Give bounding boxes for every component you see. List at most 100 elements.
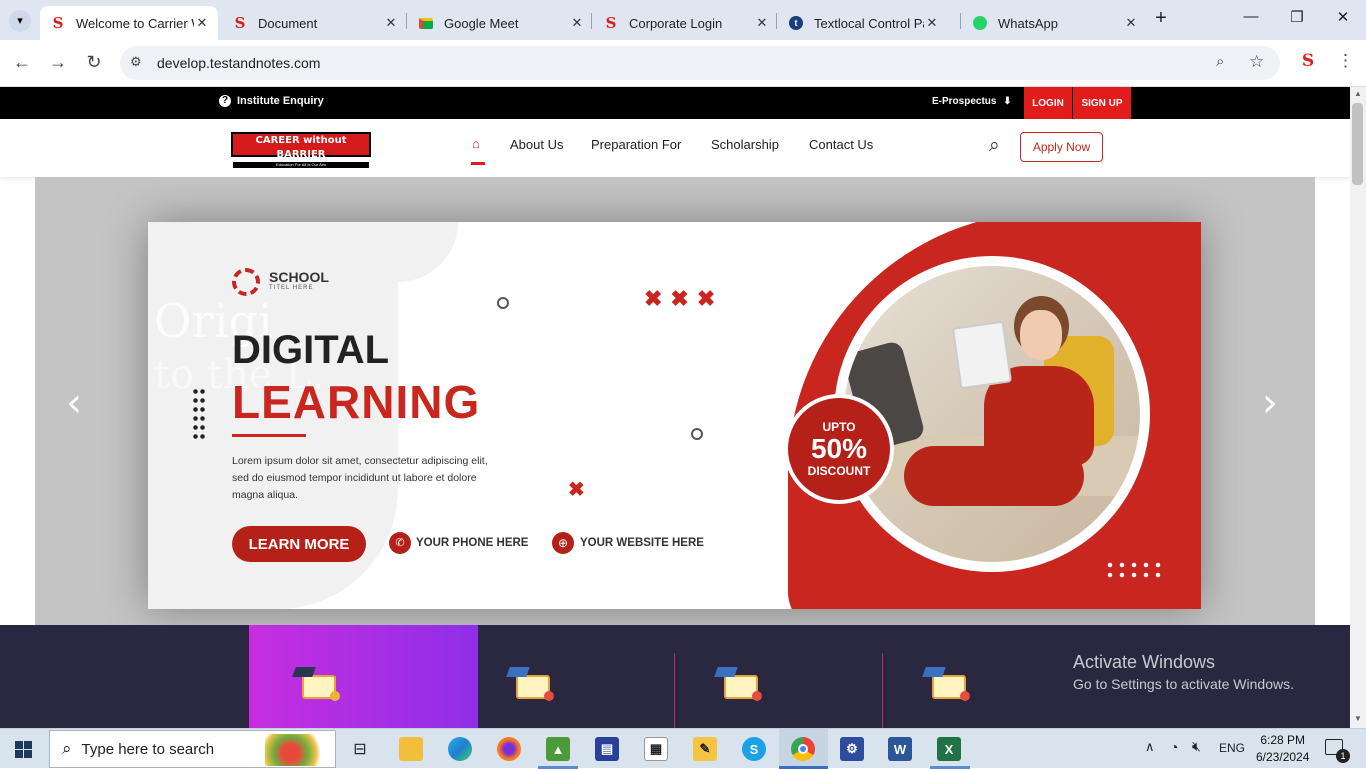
question-icon: ? <box>219 95 231 107</box>
graduation-certificate-icon <box>922 665 974 705</box>
reload-icon[interactable]: ↻ <box>82 52 106 73</box>
badge-value: 50% <box>810 433 868 464</box>
tab-document[interactable]: S Document ✕ <box>222 6 402 40</box>
tab-textlocal[interactable]: t Textlocal Control Pan ✕ <box>778 6 958 40</box>
edge-icon[interactable] <box>448 737 472 761</box>
excel-icon[interactable]: X <box>937 737 961 761</box>
back-arrow-icon[interactable]: ← <box>10 52 34 73</box>
tab-whatsapp[interactable]: WhatsApp ✕ <box>962 6 1142 40</box>
notification-badge: 1 <box>1336 749 1350 763</box>
search-icon[interactable]: ⌕ <box>989 135 1000 157</box>
firefox-icon[interactable] <box>497 737 521 761</box>
tab-search-icon[interactable]: ▾ <box>9 10 31 32</box>
banner-body-text: Lorem ipsum dolor sit amet, consectetur … <box>232 455 488 501</box>
prospectus-label: E-Prospectus <box>932 96 997 107</box>
forward-arrow-icon[interactable]: → <box>46 52 70 73</box>
file-explorer-icon[interactable] <box>399 737 423 761</box>
minimize-button[interactable]: — <box>1239 8 1263 25</box>
learn-more-button[interactable]: LEARN MORE <box>232 526 366 562</box>
apply-now-button[interactable]: Apply Now <box>1020 132 1103 162</box>
app-pen-icon[interactable]: ✎ <box>693 737 717 761</box>
volume-muted-icon[interactable]: 🔇︎ <box>1192 738 1201 755</box>
profile-avatar[interactable]: S <box>1297 51 1319 73</box>
close-tab-icon[interactable]: ✕ <box>1123 15 1139 31</box>
feature-divider <box>674 653 675 728</box>
close-tab-icon[interactable]: ✕ <box>383 15 399 31</box>
red-pants-shape <box>904 446 1084 506</box>
nav-scholarship[interactable]: Scholarship <box>711 137 779 152</box>
network-icon[interactable]: ◔ <box>1170 739 1178 755</box>
globe-icon: ⊕ <box>552 532 574 554</box>
close-tab-icon[interactable]: ✕ <box>754 15 770 31</box>
app-green-icon[interactable]: ▲ <box>546 737 570 761</box>
tab-label: Document <box>258 15 318 31</box>
search-icon: ⌕ <box>62 739 72 758</box>
tab-label: Welcome to Carrier W <box>76 15 194 31</box>
url-text[interactable]: develop.testandnotes.com <box>157 55 320 71</box>
tab-label: Google Meet <box>444 15 519 31</box>
close-tab-icon[interactable]: ✕ <box>194 15 210 31</box>
taskbar-search-box[interactable]: ⌕ Type here to search <box>49 730 336 768</box>
nav-about-us[interactable]: About Us <box>510 137 563 152</box>
tab-google-meet[interactable]: Google Meet ✕ <box>408 6 588 40</box>
enquiry-label: Institute Enquiry <box>237 95 324 107</box>
slider-prev-arrow-icon[interactable]: ‹ <box>66 380 82 426</box>
site-info-icon[interactable]: ⚙ <box>130 54 142 70</box>
digital-learning-banner[interactable]: SCHOOL TITEL HERE Origi to the L... DIGI… <box>148 222 1201 609</box>
badge-discount: DISCOUNT <box>807 464 871 478</box>
word-icon[interactable]: W <box>888 737 912 761</box>
app-blue-icon[interactable]: ▤ <box>595 737 619 761</box>
task-view-icon[interactable]: ⊟ <box>348 737 372 761</box>
app-settings-icon[interactable]: ⚙ <box>840 737 864 761</box>
activate-subtitle: Go to Settings to activate Windows. <box>1073 676 1294 692</box>
menu-kebab-icon[interactable]: ⋮ <box>1337 51 1354 71</box>
scrollbar-thumb[interactable] <box>1352 103 1363 185</box>
system-clock[interactable]: 6:28 PM 6/23/2024 <box>1256 732 1309 766</box>
logo-title: CAREER without BARRIER <box>255 135 347 160</box>
tab-separator <box>591 13 592 29</box>
website-text: YOUR WEBSITE HERE <box>580 537 704 549</box>
scroll-down-icon[interactable]: ▼ <box>1354 714 1362 723</box>
slider-next-arrow-icon[interactable]: › <box>1262 380 1278 426</box>
face-shape <box>1020 310 1062 360</box>
scroll-up-icon[interactable]: ▲ <box>1354 89 1362 98</box>
language-indicator[interactable]: ENG <box>1219 741 1245 755</box>
site-s-logo-icon: S <box>234 14 246 32</box>
bookmark-star-icon[interactable]: ☆ <box>1249 52 1264 72</box>
microsoft-store-icon[interactable]: ▦ <box>644 737 668 761</box>
activate-windows-watermark: Activate Windows Go to Settings to activ… <box>1073 652 1294 692</box>
school-subtitle: TITEL HERE <box>269 285 314 291</box>
chrome-icon[interactable] <box>791 737 815 761</box>
e-prospectus-link[interactable]: E-Prospectus ⬇ <box>932 96 1012 107</box>
graduation-certificate-icon <box>506 665 558 705</box>
signup-button[interactable]: SIGN UP <box>1073 87 1131 119</box>
search-highlight-image <box>265 734 329 766</box>
new-tab-button[interactable]: + <box>1149 7 1173 30</box>
dots-decoration <box>1104 560 1164 582</box>
close-tab-icon[interactable]: ✕ <box>569 15 585 31</box>
login-button[interactable]: LOGIN <box>1024 87 1072 119</box>
nav-contact-us[interactable]: Contact Us <box>809 137 873 152</box>
phone-text: YOUR PHONE HERE <box>416 537 529 549</box>
home-icon[interactable]: ⌂ <box>472 136 480 151</box>
dots-decoration <box>192 387 206 443</box>
cross-decoration: ✖ <box>568 479 585 501</box>
zoom-icon[interactable]: ⌕ <box>1216 53 1224 70</box>
site-logo[interactable]: CAREER without BARRIER Education For All… <box>231 132 371 168</box>
tab-corporate-login[interactable]: S Corporate Login ✕ <box>593 6 773 40</box>
skype-icon[interactable]: S <box>742 737 766 761</box>
textlocal-icon: t <box>788 15 804 31</box>
windows-start-icon[interactable] <box>15 741 33 758</box>
nav-preparation-for[interactable]: Preparation For <box>591 137 681 152</box>
close-tab-icon[interactable]: ✕ <box>924 15 940 31</box>
tablet-shape <box>951 320 1013 390</box>
close-window-button[interactable]: ✕ <box>1331 8 1355 26</box>
institute-enquiry-link[interactable]: ? Institute Enquiry <box>219 95 324 107</box>
address-bar[interactable]: ⚙ develop.testandnotes.com ⌕ ☆ <box>120 46 1280 80</box>
feature-card-active[interactable] <box>249 625 478 728</box>
tab-separator <box>960 13 961 29</box>
site-top-bar: ? Institute Enquiry E-Prospectus ⬇ LOGIN… <box>0 87 1350 119</box>
restore-button[interactable]: ❐ <box>1285 8 1309 26</box>
tab-welcome[interactable]: S Welcome to Carrier W ✕ <box>40 6 218 40</box>
show-hidden-icons[interactable]: ∧ <box>1145 739 1155 755</box>
